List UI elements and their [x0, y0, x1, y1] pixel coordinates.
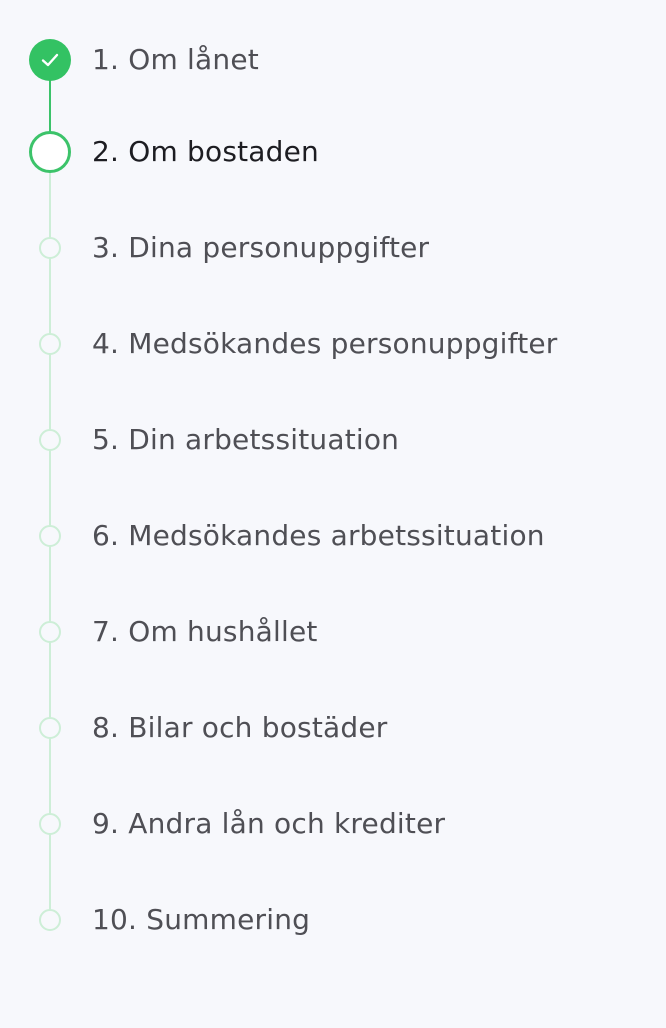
step-upcoming-marker — [39, 429, 61, 451]
step-label: 9. Andra lån och krediter — [92, 807, 446, 840]
step-current-marker — [29, 131, 71, 173]
step-2[interactable]: 2. Om bostaden — [0, 128, 666, 176]
step-4[interactable]: 4. Medsökandes personuppgifter — [0, 320, 666, 368]
step-label: 7. Om hushållet — [92, 615, 318, 648]
step-label: 5. Din arbetssituation — [92, 423, 400, 456]
step-upcoming-marker — [39, 621, 61, 643]
step-1[interactable]: 1. Om lånet — [0, 36, 666, 84]
check-icon — [41, 53, 59, 67]
step-label: 8. Bilar och bostäder — [92, 711, 388, 744]
step-label: 6. Medsökandes arbetssituation — [92, 519, 545, 552]
step-7[interactable]: 7. Om hushållet — [0, 608, 666, 656]
step-label: 10. Summering — [92, 903, 311, 936]
step-label: 2. Om bostaden — [92, 135, 320, 168]
step-9[interactable]: 9. Andra lån och krediter — [0, 800, 666, 848]
step-label: 4. Medsökandes personuppgifter — [92, 327, 558, 360]
step-upcoming-marker — [39, 909, 61, 931]
step-upcoming-marker — [39, 237, 61, 259]
step-5[interactable]: 5. Din arbetssituation — [0, 416, 666, 464]
step-completed-marker — [29, 39, 71, 81]
step-upcoming-marker — [39, 717, 61, 739]
step-label: 1. Om lånet — [92, 43, 259, 76]
step-3[interactable]: 3. Dina personuppgifter — [0, 224, 666, 272]
step-upcoming-marker — [39, 333, 61, 355]
step-10[interactable]: 10. Summering — [0, 896, 666, 944]
step-upcoming-marker — [39, 813, 61, 835]
step-6[interactable]: 6. Medsökandes arbetssituation — [0, 512, 666, 560]
step-8[interactable]: 8. Bilar och bostäder — [0, 704, 666, 752]
step-upcoming-marker — [39, 525, 61, 547]
step-label: 3. Dina personuppgifter — [92, 231, 430, 264]
progress-stepper: 1. Om lånet 2. Om bostaden 3. Dina perso… — [0, 0, 666, 1028]
